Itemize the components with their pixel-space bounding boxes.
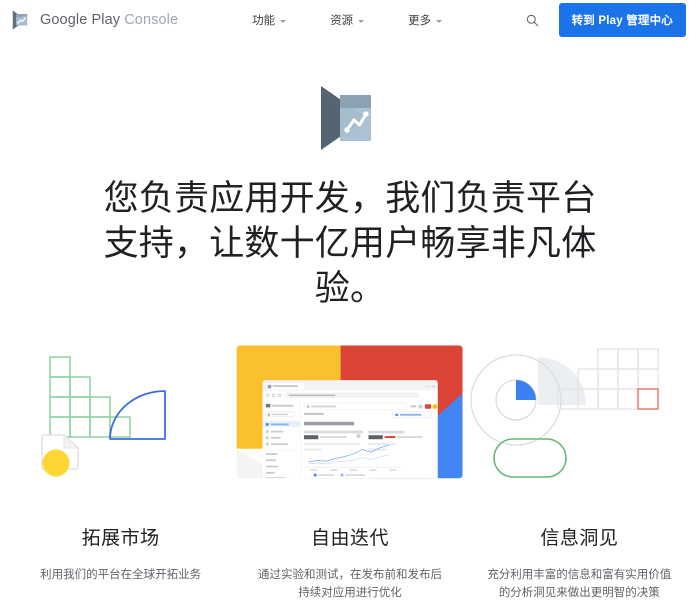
go-to-play-console-button[interactable]: 转到 Play 管理中心 — [558, 3, 686, 37]
feature-card-insights: 信息洞见 充分利用丰富的信息和富有实用价值的分析洞见来做出更明智的决策 — [465, 335, 694, 602]
nav-item-resources-label: 资源 — [330, 15, 354, 27]
brand-name: Google Play Console — [40, 12, 178, 28]
market-growth-illustration — [6, 335, 235, 487]
feature-card-market: 拓展市场 利用我们的平台在全球开拓业务 — [6, 335, 235, 602]
feature-title-market: 拓展市场 — [81, 528, 160, 549]
brand-name-primary: Google Play — [40, 12, 121, 28]
hero-section: 您负责应用开发，我们负责平台支持，让数十亿用户畅享非凡体验。 — [0, 40, 700, 311]
play-console-large-icon — [0, 82, 700, 154]
feature-title-insights: 信息洞见 — [540, 528, 619, 549]
chevron-down-icon — [280, 19, 287, 23]
chevron-down-icon — [436, 19, 443, 23]
feature-title-iterate: 自由迭代 — [310, 528, 389, 549]
features-section: 拓展市场 利用我们的平台在全球开拓业务 – ▫ × 自由迭代 通过实验和测试，在… — [0, 335, 700, 602]
svg-text:– ▫ ×: – ▫ × — [426, 384, 436, 389]
nav-item-features[interactable]: 功能 — [252, 12, 287, 28]
feature-description-iterate: 通过实验和测试，在发布前和发布后持续对应用进行优化 — [257, 569, 442, 599]
feature-description-insights: 充分利用丰富的信息和富有实用价值的分析洞见来做出更明智的决策 — [487, 569, 672, 599]
nav-item-resources[interactable]: 资源 — [330, 12, 365, 28]
play-console-logo-icon — [10, 9, 32, 31]
chevron-down-icon — [358, 19, 365, 23]
insights-illustration — [465, 335, 694, 487]
page-title: 您负责应用开发，我们负责平台支持，让数十亿用户畅享非凡体验。 — [103, 179, 597, 308]
brand-name-secondary: Console — [124, 12, 179, 28]
search-icon[interactable] — [523, 10, 543, 30]
header-actions: 转到 Play 管理中心 — [523, 3, 686, 37]
feature-description-market: 利用我们的平台在全球开拓业务 — [40, 569, 202, 581]
play-console-dashboard-illustration: – ▫ × — [235, 335, 464, 487]
brand-logo-link[interactable]: Google Play Console — [10, 9, 178, 31]
nav-item-more-label: 更多 — [408, 15, 432, 27]
main-navigation: 功能 资源 更多 — [252, 12, 443, 28]
feature-card-iterate: – ▫ × 自由迭代 通过实验和测试，在发布前和发布后持续对应用进行优化 — [235, 335, 464, 602]
site-header: Google Play Console 功能 资源 更多 转到 Play 管理中… — [0, 0, 700, 40]
nav-item-features-label: 功能 — [252, 15, 276, 27]
nav-item-more[interactable]: 更多 — [408, 12, 443, 28]
